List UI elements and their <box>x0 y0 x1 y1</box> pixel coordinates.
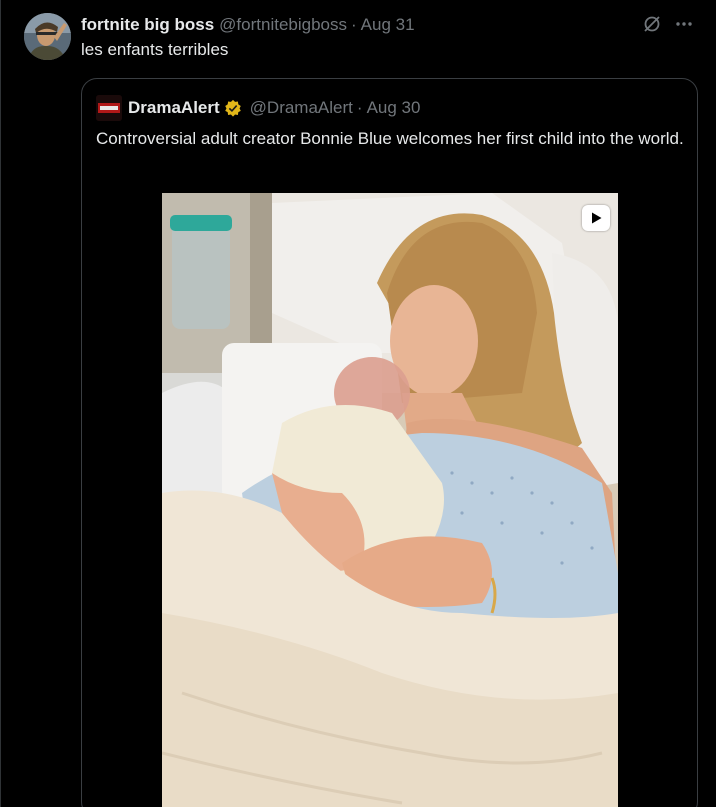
avatar[interactable] <box>24 13 71 60</box>
separator: · <box>351 15 357 34</box>
quoted-timestamp[interactable]: Aug 30 <box>367 98 421 118</box>
tweet-text: les enfants terribles <box>81 40 229 59</box>
more-icon[interactable] <box>674 14 694 34</box>
dramaalert-logo <box>96 95 122 121</box>
timestamp[interactable]: Aug 31 <box>361 15 415 35</box>
verified-badge-icon <box>224 99 242 117</box>
tweet-actions <box>642 14 694 34</box>
handle[interactable]: @fortnitebigboss <box>219 15 347 35</box>
avatar-image <box>24 13 71 60</box>
play-icon[interactable] <box>582 205 610 231</box>
display-name[interactable]: fortnite big boss <box>81 15 214 35</box>
quoted-display-name[interactable]: DramaAlert <box>128 98 220 118</box>
quoted-media[interactable] <box>162 193 618 807</box>
quoted-tweet[interactable]: DramaAlert @DramaAlert · Aug 30 Controve… <box>81 78 698 807</box>
quoted-avatar[interactable] <box>96 95 122 121</box>
quoted-handle[interactable]: @DramaAlert <box>250 98 353 118</box>
grok-icon[interactable] <box>642 14 662 34</box>
tweet-header: fortnite big boss @fortnitebigboss · Aug… <box>81 14 415 36</box>
quoted-separator: · <box>356 98 363 117</box>
hospital-photo <box>162 193 618 807</box>
quoted-header: DramaAlert @DramaAlert · Aug 30 <box>96 95 420 121</box>
tweet[interactable]: fortnite big boss @fortnitebigboss · Aug… <box>0 0 716 807</box>
quoted-text: Controversial adult creator Bonnie Blue … <box>96 129 684 148</box>
